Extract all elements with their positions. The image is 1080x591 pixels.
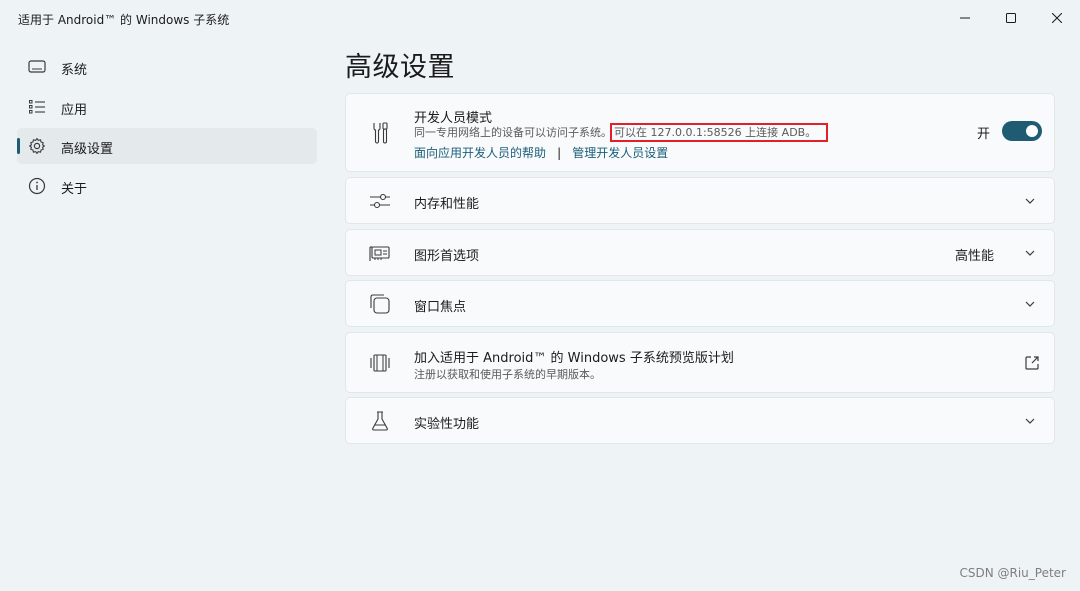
flask-icon — [368, 409, 392, 433]
chevron-down-icon — [1025, 418, 1035, 424]
sliders-icon — [368, 189, 392, 213]
list-icon — [27, 98, 47, 116]
maximize-button[interactable] — [988, 0, 1034, 36]
adb-address-highlight: 可以在 127.0.0.1:58526 上连接 ADB。 — [610, 123, 829, 142]
sidebar-item-label: 高级设置 — [61, 142, 114, 157]
app-window: 适用于 Android™ 的 Windows 子系统 系统 应用 高级设置 关于… — [0, 0, 1080, 591]
chevron-down-icon — [1025, 250, 1035, 256]
external-link-icon[interactable] — [1024, 355, 1040, 371]
developer-mode-toggle[interactable] — [1002, 121, 1042, 141]
experimental-features-card[interactable]: 实验性功能 — [345, 397, 1055, 444]
app-title: 适用于 Android™ 的 Windows 子系统 — [18, 13, 230, 27]
maximize-icon — [1006, 13, 1016, 23]
chevron-down-icon — [1025, 198, 1035, 204]
graphics-card-icon — [368, 241, 392, 265]
link-separator: | — [557, 146, 562, 160]
close-icon — [1052, 13, 1062, 23]
preview-program-description: 注册以获取和使用子系统的早期版本。 — [414, 368, 601, 381]
chevron-down-icon — [1025, 301, 1035, 307]
developer-mode-desc-text: 同一专用网络上的设备可以访问子系统。 — [414, 126, 612, 139]
sidebar-item-system[interactable]: 系统 — [17, 49, 317, 85]
sidebar-item-apps[interactable]: 应用 — [17, 89, 317, 125]
sidebar-item-label: 关于 — [61, 182, 88, 197]
experimental-features-title: 实验性功能 — [414, 417, 480, 432]
developer-mode-card: 开发人员模式 同一专用网络上的设备可以访问子系统。 可以在 127.0.0.1:5… — [345, 93, 1055, 172]
memory-performance-card[interactable]: 内存和性能 — [345, 177, 1055, 224]
minimize-button[interactable] — [942, 0, 988, 36]
graphics-preferences-title: 图形首选项 — [414, 249, 480, 264]
active-indicator — [17, 138, 20, 154]
manage-developer-settings-link[interactable]: 管理开发人员设置 — [572, 146, 668, 160]
memory-performance-title: 内存和性能 — [414, 197, 480, 212]
toggle-knob — [1026, 125, 1038, 137]
sidebar-item-label: 系统 — [61, 63, 88, 78]
developer-mode-description: 同一专用网络上的设备可以访问子系统。 可以在 127.0.0.1:58526 上连… — [414, 123, 829, 142]
page-title: 高级设置 — [345, 52, 455, 83]
developer-help-link[interactable]: 面向应用开发人员的帮助 — [414, 146, 546, 160]
title-bar: 适用于 Android™ 的 Windows 子系统 — [0, 0, 1080, 36]
watermark: CSDN @Riu_Peter — [959, 566, 1066, 580]
graphics-preference-value: 高性能 — [954, 249, 994, 264]
preview-program-title: 加入适用于 Android™ 的 Windows 子系统预览版计划 — [414, 351, 734, 366]
minimize-icon — [960, 17, 970, 19]
info-icon — [27, 177, 47, 195]
close-button[interactable] — [1034, 0, 1080, 36]
sidebar-item-label: 应用 — [61, 103, 88, 118]
window-focus-title: 窗口焦点 — [414, 300, 467, 315]
sidebar-item-advanced-settings[interactable]: 高级设置 — [17, 128, 317, 164]
sidebar-item-about[interactable]: 关于 — [17, 168, 317, 204]
window-focus-card[interactable]: 窗口焦点 — [345, 280, 1055, 327]
graphics-preferences-card[interactable]: 图形首选项 高性能 — [345, 229, 1055, 276]
developer-tools-icon — [368, 121, 392, 145]
preview-program-icon — [368, 351, 392, 375]
window-focus-icon — [368, 292, 392, 316]
developer-links: 面向应用开发人员的帮助 | 管理开发人员设置 — [414, 142, 668, 161]
gear-icon — [27, 137, 47, 155]
monitor-icon — [27, 58, 47, 76]
toggle-state-label: 开 — [976, 127, 990, 142]
preview-program-card[interactable]: 加入适用于 Android™ 的 Windows 子系统预览版计划 注册以获取和… — [345, 332, 1055, 393]
